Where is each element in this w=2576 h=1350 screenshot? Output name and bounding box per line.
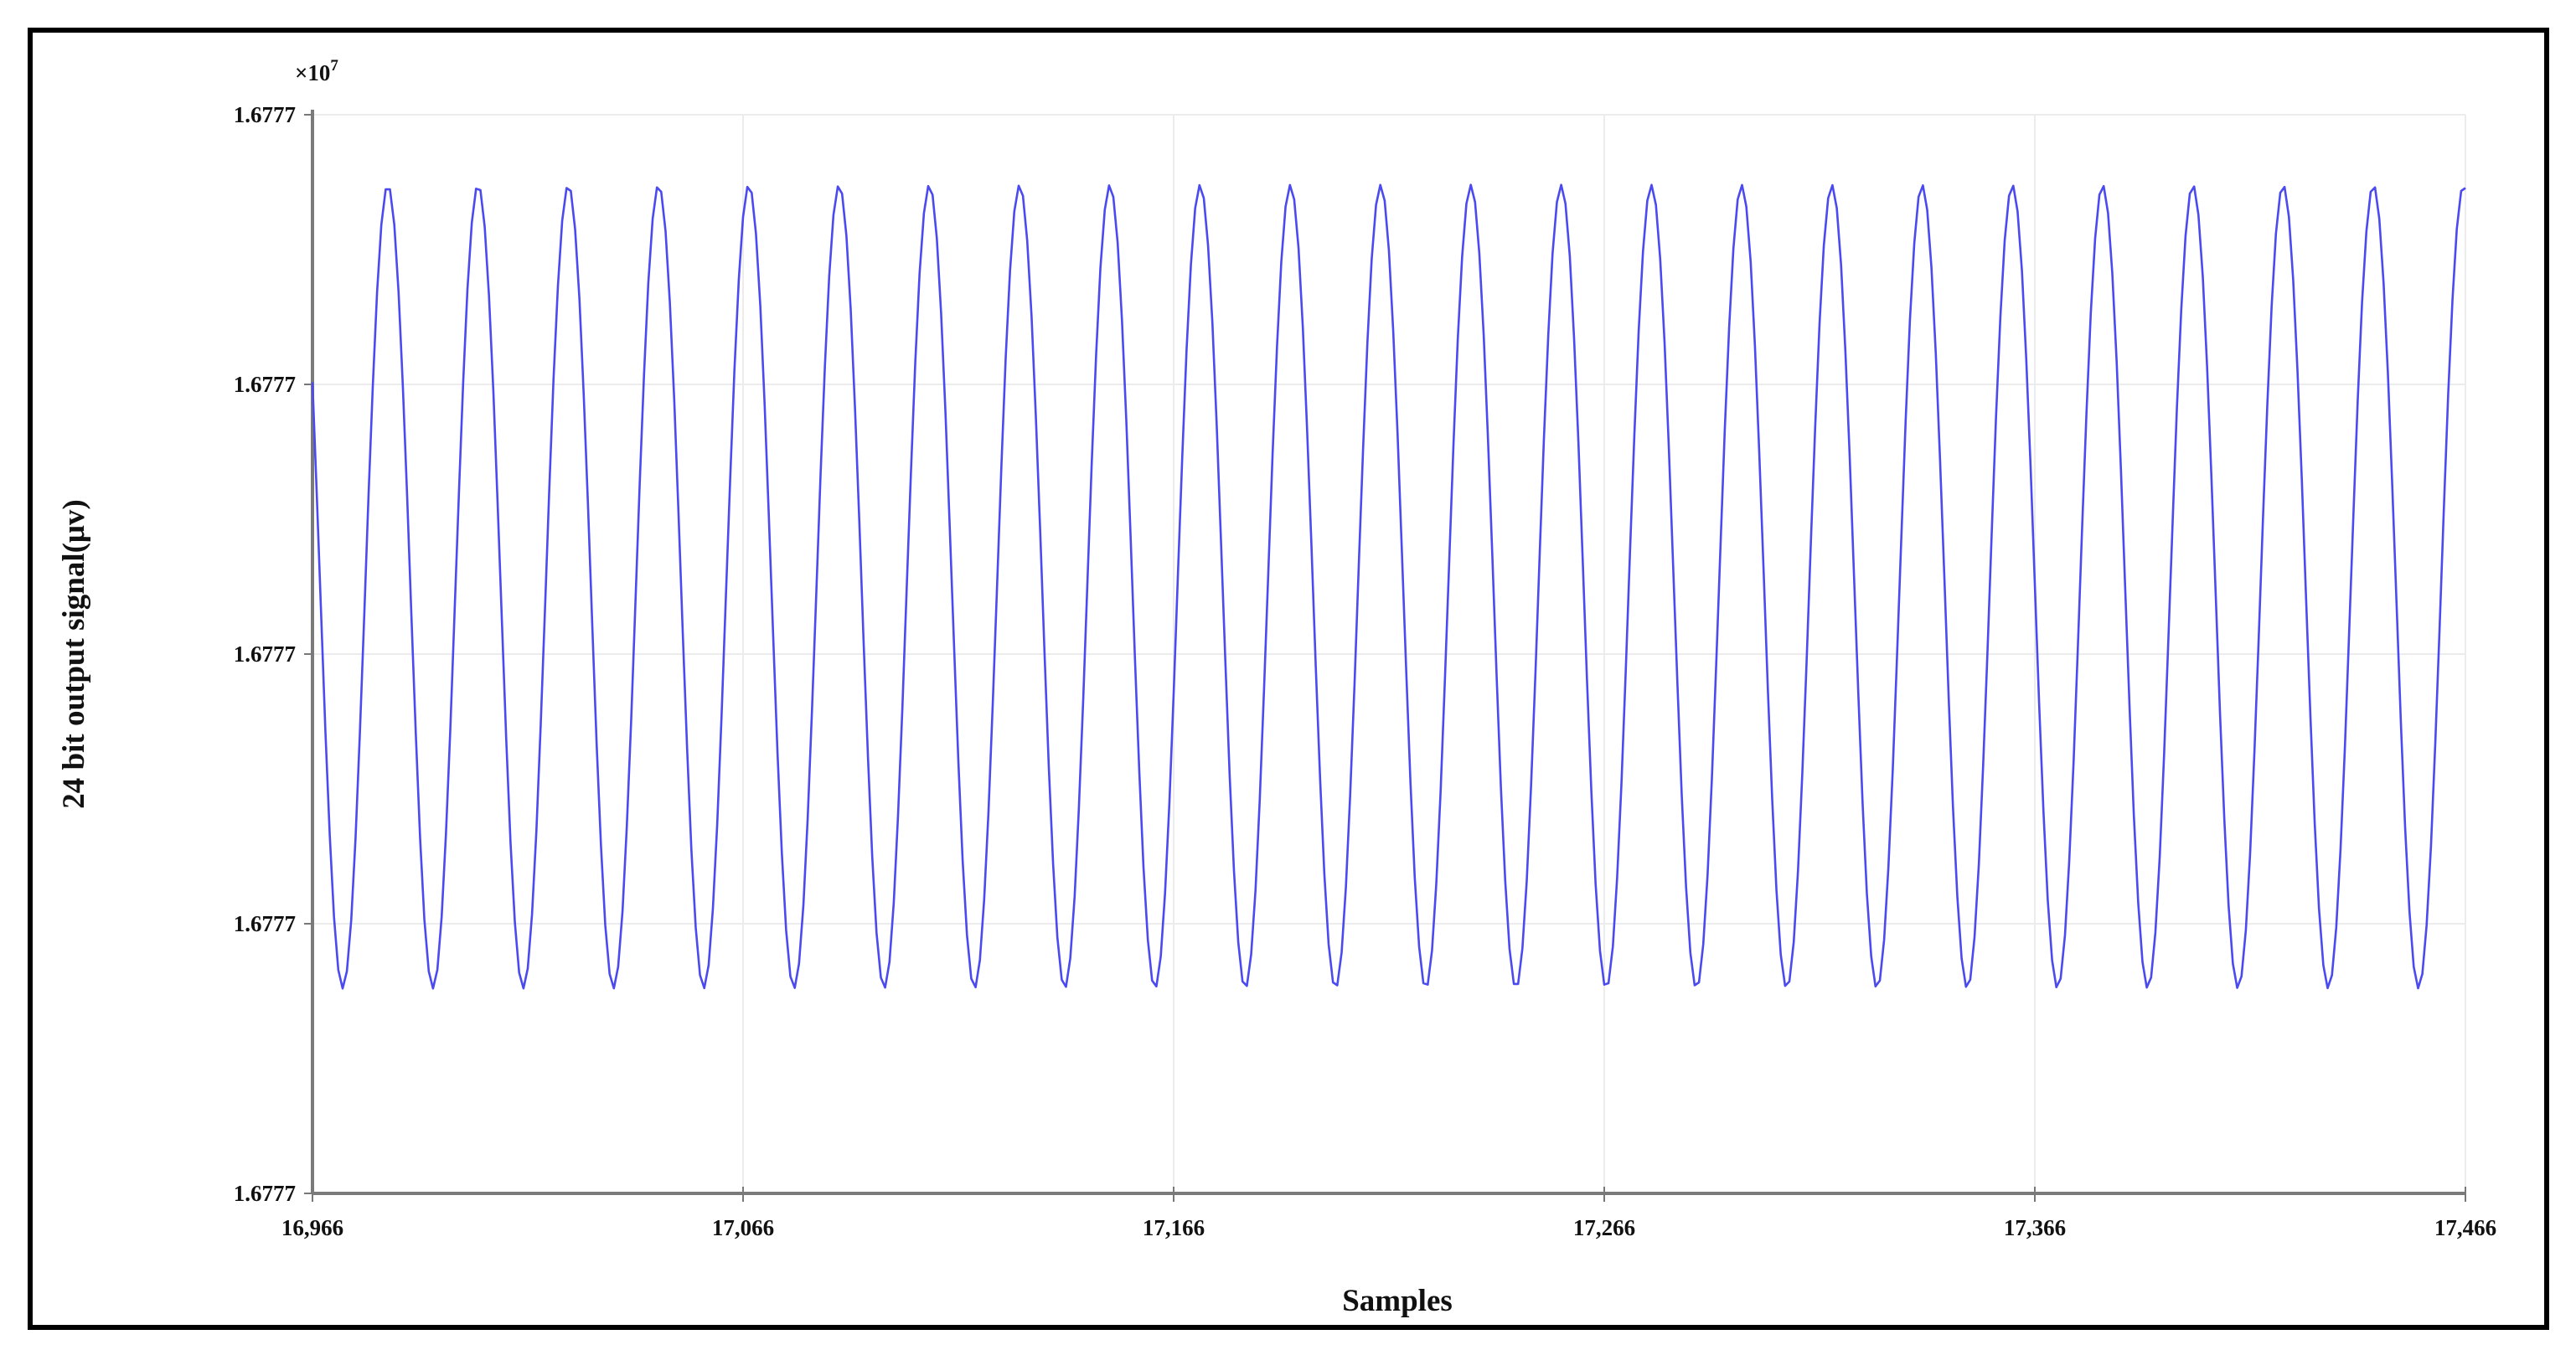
line-chart: 16,966 17,066 17,166 17,266 17,366 17,466 1.67… — [57, 57, 2496, 1318]
y-tick-label: 1.6777 — [234, 102, 296, 127]
series-group — [311, 183, 2466, 990]
y-axis-title: 24 bit output signal(μv) — [57, 499, 91, 808]
x-axis-title: Samples — [1342, 1284, 1453, 1318]
y-tick-label: 1.6777 — [234, 372, 296, 397]
x-tick-label: 17,066 — [712, 1215, 774, 1240]
grid — [312, 114, 2466, 1193]
x-tick-label: 17,466 — [2434, 1215, 2496, 1240]
y-tick-label: 1.6777 — [234, 911, 296, 936]
tick-labels: 16,966 17,066 17,166 17,266 17,366 17,466 1.67… — [234, 102, 2496, 1240]
y-tick-label: 1.6777 — [234, 642, 296, 667]
x-tick-label: 17,366 — [2004, 1215, 2066, 1240]
x-tick-label: 17,166 — [1143, 1215, 1205, 1240]
x-tick-label: 16,966 — [281, 1215, 343, 1240]
x-tick-label: 17,266 — [1573, 1215, 1635, 1240]
axes — [304, 110, 2466, 1202]
y-multiplier: ×107 — [295, 57, 338, 85]
series-line-signal — [311, 183, 2466, 990]
y-tick-label: 1.6777 — [234, 1181, 296, 1206]
